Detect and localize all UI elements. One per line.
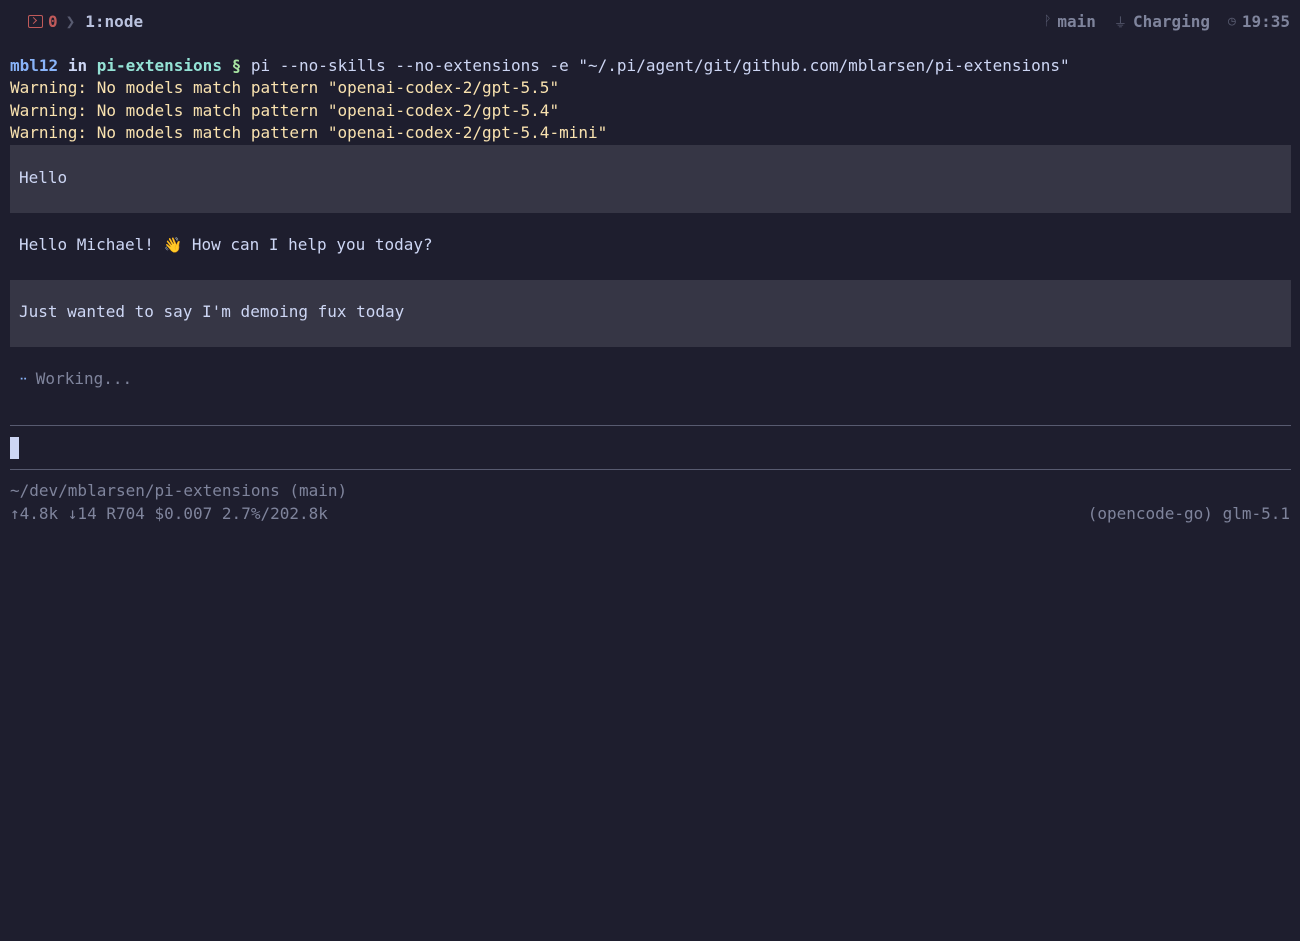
prompt-user: mbl12 xyxy=(10,56,59,75)
git-branch-label: main xyxy=(1057,11,1096,31)
shell-prompt: mbl12 in pi-extensions § pi --no-skills … xyxy=(10,55,1070,77)
git-branch-icon: ᚹ xyxy=(1043,13,1052,29)
clock-status: ◷ 19:35 xyxy=(1228,12,1290,31)
text-cursor[interactable] xyxy=(10,437,19,459)
warning-line: Warning: No models match pattern "openai… xyxy=(10,123,608,142)
user-message-block: Just wanted to say I'm demoing fux today xyxy=(10,280,1291,347)
terminal-icon xyxy=(28,14,43,28)
waving-hand-emoji: 👋 xyxy=(163,236,183,254)
warning-line: Warning: No models match pattern "openai… xyxy=(10,78,560,97)
user-message-block: Hello xyxy=(10,145,1291,213)
warning-line: Warning: No models match pattern "openai… xyxy=(10,101,560,120)
prompt-in: in xyxy=(67,56,88,75)
user-message-text: Hello xyxy=(19,168,68,187)
editor-bottom-border xyxy=(10,469,1291,470)
assistant-message-text: Hello Michael! xyxy=(19,235,164,254)
assistant-message: Hello Michael! 👋 How can I help you toda… xyxy=(19,234,433,256)
battery-label: Charging xyxy=(1132,11,1210,31)
working-indicator: ⠒ Working... xyxy=(19,368,132,390)
window-name[interactable]: 1:node xyxy=(85,12,143,31)
clock-label: 19:35 xyxy=(1241,11,1290,31)
status-right: ᚹ main ⏚ Charging ◷ 19:35 xyxy=(1026,10,1290,32)
assistant-message-text-rest: How can I help you today? xyxy=(182,235,433,254)
working-label: Working... xyxy=(35,369,133,388)
footer-path: ~/dev/mblarsen/pi-extensions (main) xyxy=(10,481,348,500)
tmux-status-bar: 0 ❯ 1:node ᚹ main ⏚ Charging ◷ 19:35 xyxy=(0,10,1300,32)
chevron-right-icon: ❯ xyxy=(65,11,76,31)
spinner-icon: ⠒ xyxy=(19,373,28,387)
footer-model-info: (opencode-go) glm-5.1 xyxy=(1087,504,1290,523)
prompt-symbol: § xyxy=(231,56,242,75)
git-branch-status: ᚹ main xyxy=(1044,12,1096,31)
status-left: 0 ❯ 1:node xyxy=(28,10,143,32)
prompt-command: pi --no-skills --no-extensions -e "~/.pi… xyxy=(250,56,1070,75)
plug-icon: ⏚ xyxy=(1113,15,1127,31)
error-count: 0 xyxy=(48,11,58,31)
battery-status: ⏚ Charging xyxy=(1114,12,1210,31)
user-message-text: Just wanted to say I'm demoing fux today xyxy=(19,302,405,321)
editor-top-border xyxy=(10,425,1291,426)
footer-usage-stats: ↑4.8k ↓14 R704 $0.007 2.7%/202.8k xyxy=(10,504,328,523)
prompt-directory: pi-extensions xyxy=(96,56,222,75)
clock-icon: ◷ xyxy=(1228,13,1236,29)
